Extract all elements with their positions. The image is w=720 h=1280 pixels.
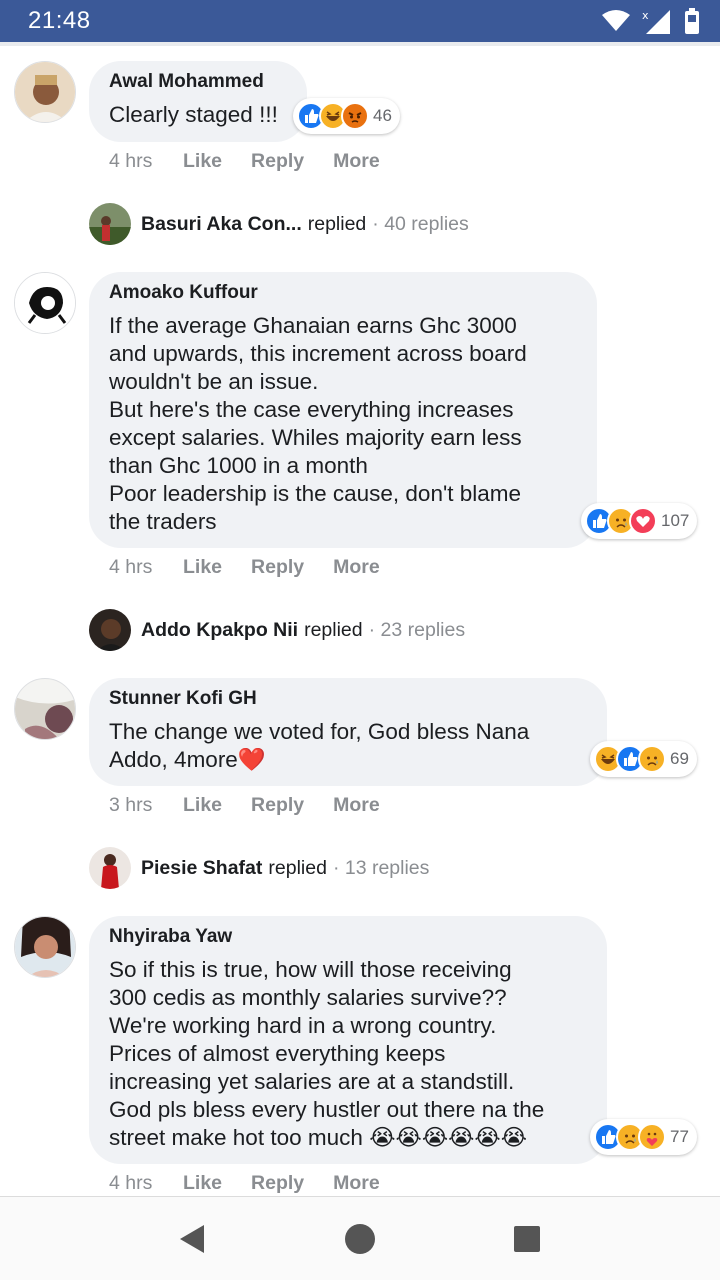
love-reaction-icon xyxy=(629,507,657,535)
status-icons: x xyxy=(602,8,700,34)
reaction-count: 77 xyxy=(670,1127,689,1146)
home-circle-icon xyxy=(344,1223,375,1254)
signal-icon: x xyxy=(642,9,670,34)
battery-icon xyxy=(685,8,699,34)
angry-reaction-icon xyxy=(341,102,369,130)
comment-actions: 3 hrs Like Reply More xyxy=(109,794,409,817)
home-button[interactable] xyxy=(330,1209,390,1269)
care-reaction-icon xyxy=(638,1123,666,1151)
reaction-summary[interactable]: 107 xyxy=(581,503,698,539)
comment-text: So if this is true, how will those recei… xyxy=(109,957,545,1150)
like-button[interactable]: Like xyxy=(183,1172,222,1195)
reply-verb: replied xyxy=(307,212,367,235)
comment-text: If the average Ghanaian earns Ghc 3000 a… xyxy=(109,313,527,534)
comment-text: The change we voted for, God bless Nana … xyxy=(109,719,530,772)
comment-time: 3 hrs xyxy=(109,794,153,816)
reply-verb: replied xyxy=(268,856,327,879)
status-time: 21:48 xyxy=(28,7,91,34)
replies-link[interactable]: Piesie Shafat replied · 13 replies xyxy=(89,847,429,889)
back-triangle-icon xyxy=(180,1224,205,1253)
like-button[interactable]: Like xyxy=(183,794,222,817)
avatar xyxy=(89,609,131,651)
svg-text:x: x xyxy=(642,9,649,22)
recents-button[interactable] xyxy=(497,1209,557,1269)
avatar[interactable] xyxy=(14,61,76,123)
comment-author[interactable]: Nhyiraba Yaw xyxy=(109,926,587,948)
reaction-summary[interactable]: 77 xyxy=(590,1119,697,1155)
sad-reaction-icon xyxy=(638,745,666,773)
reply-count: · 40 replies xyxy=(372,212,469,235)
comment-time: 4 hrs xyxy=(109,150,153,172)
comment-author[interactable]: Amoako Kuffour xyxy=(109,282,577,304)
status-bar: 21:48 x xyxy=(0,0,720,42)
reaction-summary[interactable]: 69 xyxy=(590,741,697,777)
more-button[interactable]: More xyxy=(333,556,380,579)
avatar xyxy=(89,847,131,889)
comment-bubble[interactable]: Nhyiraba Yaw So if this is true, how wil… xyxy=(89,916,607,1164)
comment-actions: 4 hrs Like Reply More xyxy=(109,1172,409,1195)
reaction-summary[interactable]: 46 xyxy=(293,98,400,134)
recents-square-icon xyxy=(513,1225,540,1252)
comment-actions: 4 hrs Like Reply More xyxy=(109,150,409,173)
more-button[interactable]: More xyxy=(333,150,380,173)
comment-author[interactable]: Stunner Kofi GH xyxy=(109,688,587,710)
reaction-count: 69 xyxy=(670,749,689,768)
reply-count: · 13 replies xyxy=(332,856,430,879)
reply-author[interactable]: Addo Kpakpo Nii xyxy=(141,619,298,642)
wifi-icon xyxy=(602,10,630,31)
avatar[interactable] xyxy=(14,678,76,740)
comment-bubble[interactable]: Awal Mohammed Clearly staged !!! xyxy=(89,61,307,142)
replies-link[interactable]: Basuri Aka Con... replied · 40 replies xyxy=(89,203,469,245)
comment-bubble[interactable]: Stunner Kofi GH The change we voted for,… xyxy=(89,678,607,786)
comment-text: Clearly staged !!! xyxy=(109,102,278,127)
navigation-bar xyxy=(0,1196,720,1280)
reply-button[interactable]: Reply xyxy=(251,556,304,579)
comment-actions: 4 hrs Like Reply More xyxy=(109,556,409,579)
comment-feed[interactable]: Awal Mohammed Clearly staged !!! 46 4 hr… xyxy=(0,46,720,1196)
comment-time: 4 hrs xyxy=(109,1172,153,1194)
avatar[interactable] xyxy=(14,916,76,978)
reply-author[interactable]: Basuri Aka Con... xyxy=(141,213,302,236)
like-button[interactable]: Like xyxy=(183,150,222,173)
reply-count: · 23 replies xyxy=(368,618,466,641)
comment-bubble[interactable]: Amoako Kuffour If the average Ghanaian e… xyxy=(89,272,597,548)
comment-author[interactable]: Awal Mohammed xyxy=(109,71,287,93)
reaction-count: 107 xyxy=(661,511,690,530)
back-button[interactable] xyxy=(163,1209,223,1269)
like-button[interactable]: Like xyxy=(183,556,222,579)
reply-button[interactable]: Reply xyxy=(251,150,304,173)
more-button[interactable]: More xyxy=(333,794,380,817)
comment-time: 4 hrs xyxy=(109,556,153,578)
replies-link[interactable]: Addo Kpakpo Nii replied · 23 replies xyxy=(89,609,465,651)
reply-button[interactable]: Reply xyxy=(251,794,304,817)
avatar[interactable] xyxy=(14,272,76,334)
reply-button[interactable]: Reply xyxy=(251,1172,304,1195)
reaction-count: 46 xyxy=(373,106,392,125)
more-button[interactable]: More xyxy=(333,1172,380,1195)
reply-author[interactable]: Piesie Shafat xyxy=(141,857,262,880)
reply-verb: replied xyxy=(304,618,363,641)
avatar xyxy=(89,203,131,245)
